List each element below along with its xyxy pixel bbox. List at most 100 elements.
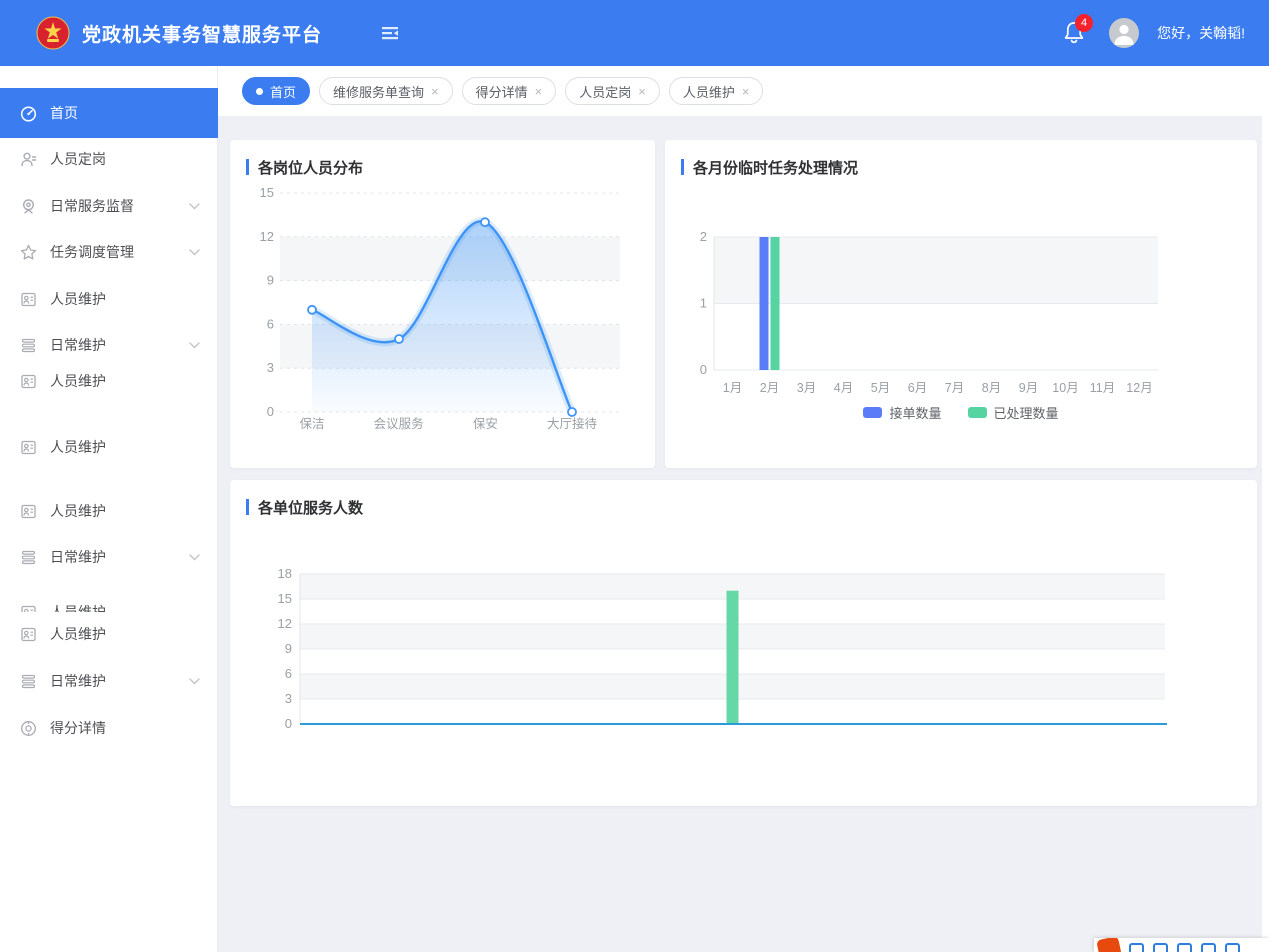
card-monthly-task-handling: 各月份临时任务处理情况 0121月2月3月4月5月6月7月8月9月10月11月1… [665,140,1257,468]
svg-text:7月: 7月 [945,381,964,395]
sidebar-item-daily-maintenance[interactable]: 日常维护 [0,325,218,365]
collapse-menu-button[interactable] [376,19,404,47]
app-header: 党政机关事务智慧服务平台 4 您好，关翰韬! [0,0,1269,66]
chart-title: 各岗位人员分布 [258,157,363,178]
star-icon [20,244,37,261]
sidebar-item-label: 人员维护 [50,624,200,644]
user-icon [20,151,37,168]
toolbar-icon[interactable] [1129,943,1144,952]
legend-label: 接单数量 [889,403,941,422]
legend-item-orders-received[interactable]: 接单数量 [863,403,941,422]
svg-text:3: 3 [267,360,274,375]
svg-text:1: 1 [700,296,707,311]
page-scrollbar[interactable] [1262,66,1269,952]
sidebar-item-personnel-assignment[interactable]: 人员定岗 [0,139,218,179]
sidebar-item-label: 日常维护 [50,671,189,691]
chart-legend: 接单数量 已处理数量 [665,403,1257,422]
svg-text:12月: 12月 [1126,381,1152,395]
national-emblem-logo [36,16,70,50]
card-title-row: 各岗位人员分布 [230,140,655,180]
sidebar: 首页 人员定岗 日常服务监督 任务调度管理 人员维护 日常维护 人员维护 人员维… [0,66,218,952]
capture-toolbar-overlay[interactable] [1094,938,1269,952]
notification-badge: 4 [1075,14,1093,32]
dashboard-icon [20,105,37,122]
sidebar-item-label: 人员维护 [50,371,200,391]
sidebar-item-daily-maintenance[interactable]: 日常维护 [0,661,218,701]
id-card-icon [20,503,37,520]
svg-text:0: 0 [267,404,274,419]
tab-personnel-maintenance[interactable]: 人员维护 × [669,77,764,105]
card-position-distribution: 各岗位人员分布 03691215保洁会议服务保安大厅接待 [230,140,655,468]
id-card-icon [20,439,37,456]
svg-text:大厅接待: 大厅接待 [547,416,598,431]
chart-title: 各月份临时任务处理情况 [693,157,858,178]
sidebar-item-personnel-maintenance[interactable]: 人员维护 [0,491,218,531]
sidebar-item-label: 人员维护 [50,437,200,457]
chevron-down-icon [189,203,200,210]
toolbar-icon[interactable] [1225,943,1240,952]
unit-service-bar-chart: 0369121518 [230,520,1257,806]
tab-personnel-assignment[interactable]: 人员定岗 × [565,77,660,105]
sidebar-item-daily-service-supervision[interactable]: 日常服务监督 [0,186,218,226]
svg-text:0: 0 [285,716,292,731]
legend-chip-blue [863,407,882,418]
monitor-icon [20,198,37,215]
tab-close-icon[interactable]: × [535,85,543,98]
sidebar-item-personnel-maintenance[interactable]: 人员维护 [0,279,218,319]
toolbar-icon[interactable] [1153,943,1168,952]
layers-icon [20,549,37,566]
svg-text:10月: 10月 [1052,381,1078,395]
svg-text:8月: 8月 [982,381,1001,395]
sidebar-item-label: 人员维护 [50,289,200,309]
user-greeting: 您好，关翰韬! [1157,23,1245,43]
sidebar-item-task-scheduling[interactable]: 任务调度管理 [0,232,218,272]
id-card-icon [20,604,37,613]
sidebar-item-personnel-maintenance[interactable]: 人员维护 [0,361,218,401]
id-card-icon [20,291,37,308]
sidebar-item-home[interactable]: 首页 [0,88,218,138]
legend-chip-green [968,407,987,418]
svg-text:18: 18 [278,566,292,581]
tab-repair-order-query[interactable]: 维修服务单查询 × [319,77,453,105]
svg-text:5月: 5月 [871,381,890,395]
main-content: 首页 维修服务单查询 × 得分详情 × 人员定岗 × 人员维护 × 各岗位人员分… [218,66,1269,952]
tab-score-detail[interactable]: 得分详情 × [462,77,557,105]
avatar[interactable] [1109,18,1139,48]
svg-text:3: 3 [285,691,292,706]
toolbar-icon[interactable] [1201,943,1216,952]
svg-text:会议服务: 会议服务 [374,416,424,431]
svg-text:12: 12 [278,616,292,631]
card-unit-service-headcount: 各单位服务人数 0369121518 [230,480,1257,806]
sidebar-item-daily-maintenance[interactable]: 日常维护 [0,537,218,577]
svg-text:0: 0 [700,362,707,377]
tab-close-icon[interactable]: × [431,85,439,98]
svg-text:9: 9 [267,273,274,288]
svg-text:保安: 保安 [473,416,498,431]
sidebar-item-personnel-maintenance[interactable]: 人员维护 [0,427,218,467]
monthly-task-bar-chart: 0121月2月3月4月5月6月7月8月9月10月11月12月 [665,180,1257,410]
svg-text:15: 15 [278,591,292,606]
page-title: 党政机关事务智慧服务平台 [82,20,322,47]
sidebar-item-label: 任务调度管理 [50,242,189,262]
svg-text:2: 2 [700,229,707,244]
tab-close-icon[interactable]: × [742,85,750,98]
tab-label: 首页 [270,82,296,101]
sidebar-item-personnel-maintenance[interactable]: 人员维护 [0,592,218,612]
sidebar-item-score-detail[interactable]: 得分详情 [0,708,218,748]
tab-label: 维修服务单查询 [333,82,424,101]
tab-label: 得分详情 [476,82,528,101]
svg-text:3月: 3月 [797,381,816,395]
tab-label: 人员维护 [683,82,735,101]
sidebar-item-label: 人员维护 [50,602,200,612]
legend-item-orders-processed[interactable]: 已处理数量 [968,403,1059,422]
sidebar-item-label: 人员定岗 [50,149,200,169]
active-tab-dot-icon [256,88,263,95]
legend-label: 已处理数量 [994,403,1059,422]
svg-text:6月: 6月 [908,381,927,395]
tab-home[interactable]: 首页 [242,77,310,105]
notification-bell-button[interactable]: 4 [1061,18,1091,48]
toolbar-icon[interactable] [1177,943,1192,952]
sidebar-item-personnel-maintenance[interactable]: 人员维护 [0,614,218,654]
tab-close-icon[interactable]: × [638,85,646,98]
svg-text:2月: 2月 [760,381,779,395]
